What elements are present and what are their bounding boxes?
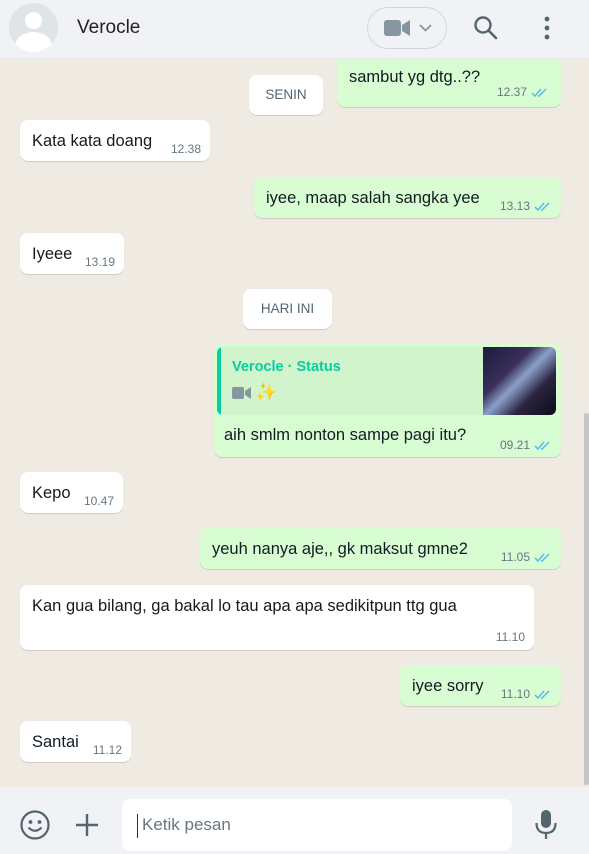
message-text: iyee, maap salah sangka yee (266, 189, 480, 207)
read-ticks-icon (534, 689, 550, 699)
date-separator: SENIN (249, 75, 323, 115)
message-text: Kepo (32, 484, 71, 502)
quoted-status-author: Verocle · Status (232, 359, 341, 375)
message-text: Iyeee (32, 245, 73, 263)
message-time: 10.47 (83, 494, 114, 508)
plus-icon (76, 814, 98, 836)
message-time: 13.13 (499, 199, 530, 213)
message-time: 12.37 (496, 85, 527, 99)
date-separator: HARI INI (243, 289, 332, 329)
video-icon (232, 387, 251, 399)
message-outgoing[interactable]: iyee, maap salah sangka yee 13.13 (254, 177, 561, 218)
quote-accent-bar (217, 347, 221, 415)
emoji-button[interactable] (19, 809, 51, 841)
sparkles-icon: ✨ (255, 382, 278, 402)
message-time: 11.10 (495, 630, 525, 644)
message-incoming[interactable]: Kan gua bilang, ga bakal lo tau apa apa … (20, 585, 534, 650)
message-text: Kan gua bilang, ga bakal lo tau apa apa … (32, 597, 457, 615)
message-text: yeuh nanya aje,, gk maksut gmne2 (212, 540, 468, 558)
emoji-icon (20, 810, 50, 840)
message-meta: 11.05 (501, 550, 552, 564)
video-call-icon (384, 20, 410, 36)
message-text: Santai (32, 733, 79, 751)
quoted-status[interactable]: Verocle · Status ✨ (217, 347, 556, 415)
message-outgoing[interactable]: sambut yg dtg..?? 12.37 (337, 59, 561, 107)
read-ticks-icon (534, 201, 550, 211)
contact-avatar[interactable] (9, 3, 58, 52)
chevron-down-icon (419, 24, 432, 32)
search-icon (474, 16, 498, 40)
chat-header: Verocle (0, 0, 589, 59)
chat-scrollbar[interactable] (584, 413, 589, 785)
message-text: sambut yg dtg..?? (349, 68, 481, 86)
message-outgoing[interactable]: iyee sorry 11.10 (400, 665, 561, 706)
message-text: iyee sorry (412, 677, 484, 695)
message-text: Kata kata doang (32, 132, 153, 150)
avatar-head (25, 12, 42, 29)
menu-button[interactable] (535, 15, 559, 41)
read-ticks-icon (534, 552, 550, 562)
message-meta: 11.10 (501, 687, 552, 701)
message-meta: 13.13 (500, 199, 552, 213)
read-ticks-icon (534, 440, 550, 450)
message-time: 11.05 (500, 550, 530, 564)
message-incoming[interactable]: Iyeee 13.19 (20, 233, 124, 274)
search-button[interactable] (473, 15, 499, 41)
message-incoming[interactable]: Kata kata doang 12.38 (20, 120, 210, 161)
attach-button[interactable] (73, 811, 101, 839)
message-meta: 12.37 (497, 85, 549, 99)
message-time: 11.10 (500, 687, 530, 701)
message-time: 11.12 (92, 743, 122, 757)
read-ticks-icon (531, 87, 547, 97)
mic-icon (535, 810, 557, 839)
message-list[interactable]: sambut yg dtg..?? 12.37 SENIN Kata kata … (0, 59, 589, 787)
message-input[interactable] (122, 799, 512, 851)
message-time: 09.21 (499, 438, 530, 452)
video-call-button[interactable] (367, 7, 447, 49)
message-text: aih smlm nonton sampe pagi itu? (224, 426, 467, 444)
date-separator-label: SENIN (265, 87, 307, 102)
avatar-body (15, 32, 52, 52)
date-separator-label: HARI INI (260, 301, 315, 316)
message-time: 12.38 (170, 142, 201, 156)
message-incoming[interactable]: Santai 11.12 (20, 721, 131, 762)
status-thumbnail (483, 347, 556, 415)
voice-message-button[interactable] (533, 809, 559, 841)
message-time: 13.19 (84, 255, 115, 269)
message-outgoing[interactable]: yeuh nanya aje,, gk maksut gmne2 11.05 (200, 528, 561, 569)
message-outgoing-status-reply[interactable]: Verocle · Status ✨ aih smlm nonton sampe… (214, 344, 561, 457)
message-incoming[interactable]: Kepo 10.47 (20, 472, 123, 513)
text-caret (137, 814, 138, 838)
menu-icon (544, 16, 550, 40)
contact-name[interactable]: Verocle (77, 17, 140, 39)
message-meta: 09.21 (500, 438, 552, 452)
compose-bar (0, 787, 589, 854)
